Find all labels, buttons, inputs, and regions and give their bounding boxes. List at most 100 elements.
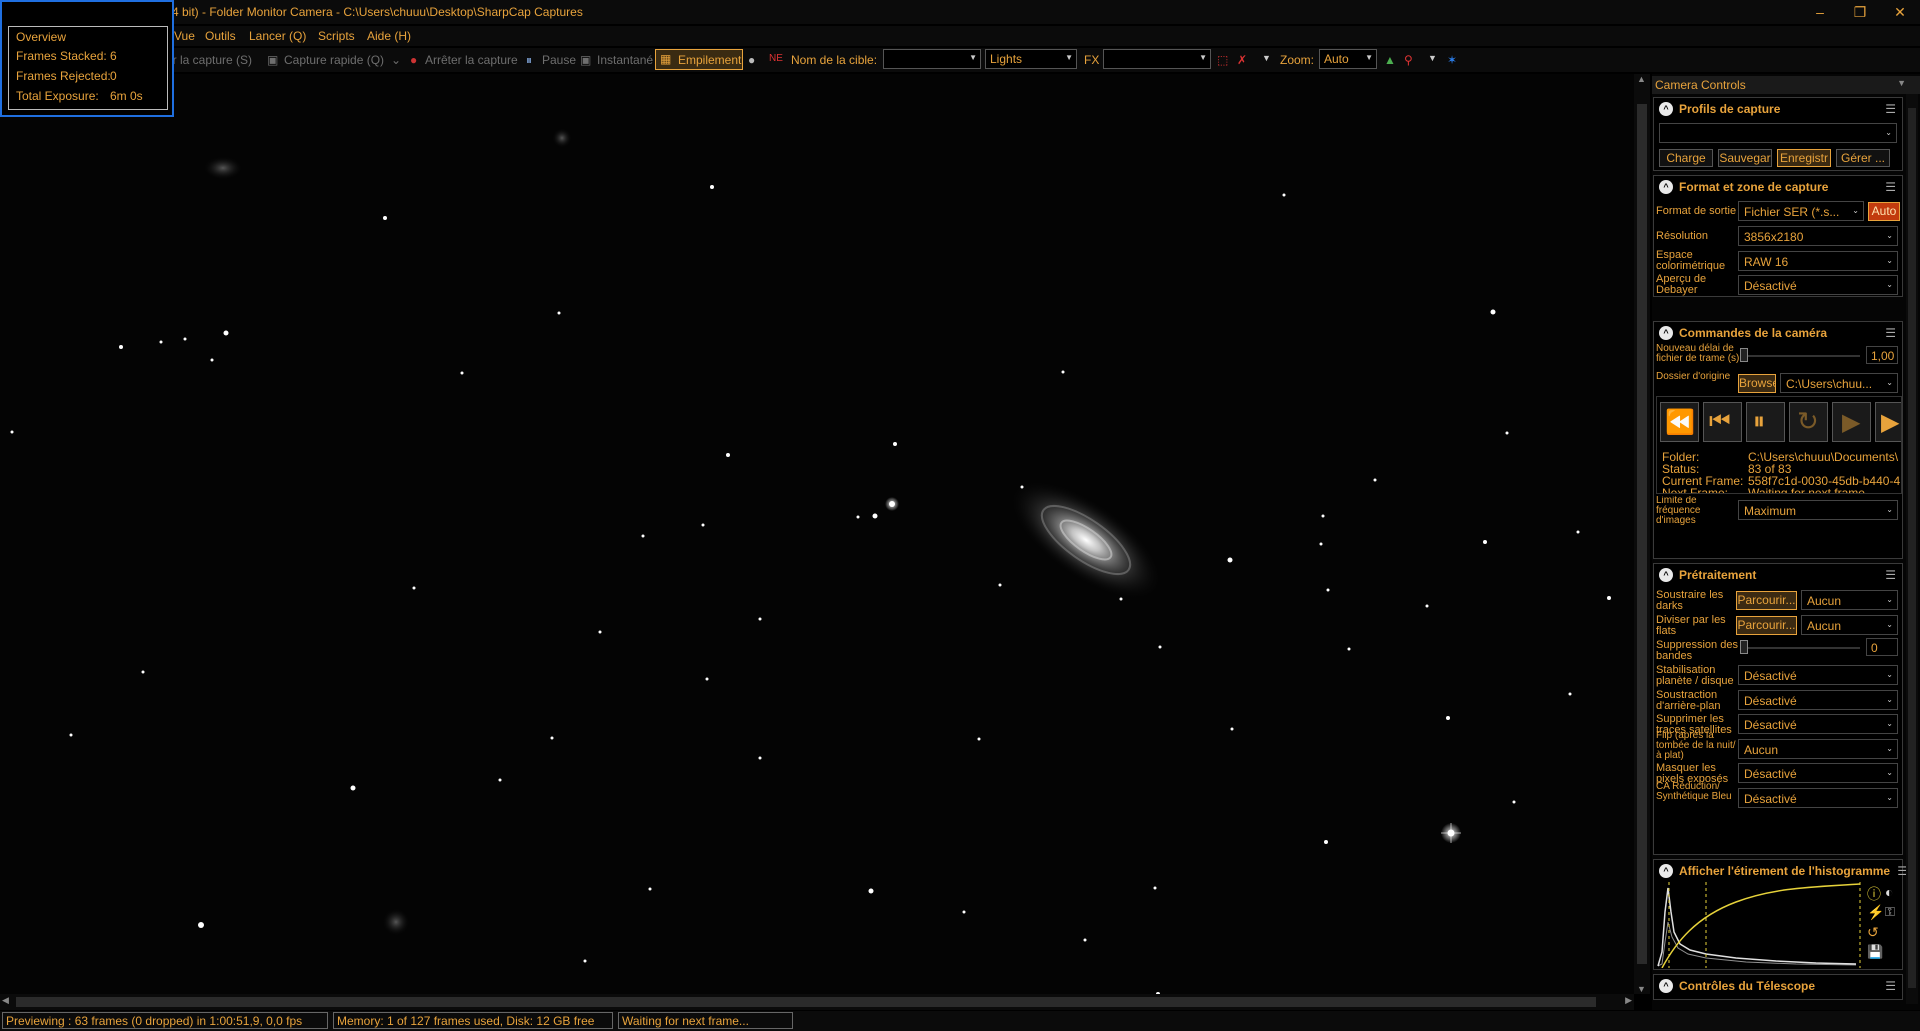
frame-type-select[interactable]: Lights ▼ — [985, 49, 1077, 69]
scroll-left-icon[interactable]: ◀ — [2, 995, 9, 1006]
camera-commands-header[interactable]: ^ Commandes de la caméra ☰ — [1654, 322, 1902, 344]
scroll-down-icon[interactable]: ▼ — [1637, 984, 1646, 994]
close-button[interactable]: ✕ — [1885, 2, 1915, 22]
selection-icon[interactable]: ⬚ — [1217, 53, 1228, 67]
frame-delay-input[interactable]: 1,00 — [1866, 346, 1898, 364]
horizontal-scroll-thumb[interactable] — [16, 997, 1596, 1007]
fx-select[interactable]: ▼ — [1103, 49, 1211, 69]
play-button[interactable]: ▶ — [1832, 402, 1871, 442]
histogram-header[interactable]: ^ Afficher l'étirement de l'histogramme … — [1654, 860, 1908, 882]
format-header[interactable]: ^ Format et zone de capture ☰ — [1654, 176, 1902, 198]
reticle-dropdown-icon[interactable]: ▼ — [1262, 53, 1271, 63]
load-profile-button[interactable]: Charge — [1659, 149, 1713, 167]
collapse-icon[interactable]: ^ — [1659, 568, 1673, 582]
ca-select[interactable]: Désactivé ⌄ — [1738, 788, 1898, 808]
collapse-icon[interactable]: ^ — [1659, 864, 1673, 878]
source-folder-select[interactable]: C:\Users\chuu... ⌄ — [1780, 373, 1898, 393]
scroll-up-icon[interactable]: ▲ — [1637, 74, 1646, 84]
debayer-select[interactable]: Désactivé ⌄ — [1738, 275, 1898, 295]
save-icon[interactable]: 💾 — [1867, 944, 1883, 960]
reset-icon[interactable]: ↺ — [1867, 924, 1879, 941]
zoom-select[interactable]: Auto ▼ — [1319, 49, 1377, 69]
histogram-icon[interactable]: ▲ — [1384, 53, 1396, 67]
colorspace-select[interactable]: RAW 16 ⌄ — [1738, 251, 1898, 271]
panel-scroll-thumb[interactable] — [1908, 108, 1916, 988]
histogram-chart[interactable] — [1656, 882, 1862, 968]
menu-icon[interactable]: ☰ — [1885, 326, 1896, 340]
stacking-button[interactable]: ▦ Empilement — [655, 49, 743, 70]
menu-icon[interactable]: ☰ — [1885, 979, 1896, 993]
profiles-header[interactable]: ^ Profils de capture ☰ — [1654, 98, 1902, 120]
chevron-down-icon[interactable]: ⌄ — [391, 53, 401, 67]
lock-icon[interactable]: ⚿ — [1885, 904, 1895, 920]
rewind-button[interactable]: ⏪ — [1660, 402, 1699, 442]
preprocessing-header[interactable]: ^ Prétraitement ☰ — [1654, 564, 1902, 586]
banding-input[interactable]: 0 — [1866, 638, 1898, 656]
collapse-icon[interactable]: ^ — [1659, 180, 1673, 194]
browse-darks-button[interactable]: Parcourir... — [1736, 591, 1797, 610]
stacking-label: Empilement — [678, 53, 742, 67]
fits-icon[interactable]: NE — [769, 53, 783, 64]
horizontal-scrollbar[interactable]: ◀ ▶ — [0, 994, 1634, 1010]
save-profile-button[interactable]: Sauvegar — [1718, 149, 1772, 167]
minimize-button[interactable]: – — [1805, 2, 1835, 22]
save-as-profile-button[interactable]: Enregistr — [1777, 149, 1831, 167]
contrast-icon[interactable]: ◐ — [1885, 884, 1893, 900]
target-name-input[interactable]: ▼ — [883, 49, 981, 69]
snapshot-button[interactable]: Instantané — [597, 53, 653, 67]
menu-help[interactable]: Aide (H) — [367, 29, 411, 43]
menu-run[interactable]: Lancer (Q) — [249, 29, 306, 43]
frame-delay-slider[interactable] — [1740, 355, 1860, 357]
scroll-right-icon[interactable]: ▶ — [1625, 995, 1632, 1006]
panel-menu-icon[interactable]: ▼ — [1897, 78, 1906, 88]
panel-scrollbar[interactable] — [1906, 94, 1918, 1004]
browse-folder-button[interactable]: Browse — [1738, 374, 1776, 393]
info-icon[interactable]: ⓘ — [1867, 884, 1881, 904]
background-label: Soustraction d'arrière-plan — [1656, 689, 1721, 712]
darks-select[interactable]: Aucun ⌄ — [1801, 590, 1898, 610]
focus-tool-icon[interactable]: ✶ — [1447, 53, 1457, 67]
vertical-scrollbar[interactable]: ▲ ▼ — [1634, 74, 1650, 994]
background-select[interactable]: Désactivé ⌄ — [1738, 690, 1898, 710]
auto-button[interactable]: Auto — [1868, 202, 1900, 221]
menu-icon[interactable]: ☰ — [1885, 568, 1896, 582]
magnifier-icon[interactable]: ⚲ — [1404, 53, 1413, 67]
quick-capture-button[interactable]: Capture rapide (Q) — [284, 53, 384, 67]
vertical-scroll-thumb[interactable] — [1637, 104, 1647, 964]
profile-select[interactable]: ⌄ — [1659, 123, 1897, 143]
focus-icon[interactable]: ● — [748, 53, 755, 67]
lightning-icon[interactable]: ⚡ — [1867, 904, 1884, 921]
hotpixel-select[interactable]: Désactivé ⌄ — [1738, 763, 1898, 783]
step-forward-button[interactable]: ▶ — [1875, 402, 1901, 442]
menu-tools[interactable]: Outils — [205, 29, 236, 43]
satellite-select[interactable]: Désactivé ⌄ — [1738, 714, 1898, 734]
pause-button[interactable]: Pause — [542, 53, 576, 67]
reticle-icon[interactable]: ✗ — [1237, 53, 1247, 67]
step-back-button[interactable]: ⏮ — [1703, 402, 1742, 442]
restore-button[interactable]: ❐ — [1845, 2, 1875, 22]
browse-flats-button[interactable]: Parcourir... — [1736, 616, 1797, 635]
collapse-icon[interactable]: ^ — [1659, 102, 1673, 116]
pause-playback-button[interactable]: ⏸ — [1746, 402, 1785, 442]
resolution-select[interactable]: 3856x2180 ⌄ — [1738, 226, 1898, 246]
refresh-button[interactable]: ↻ — [1789, 402, 1828, 442]
collapse-icon[interactable]: ^ — [1659, 979, 1673, 993]
image-viewer[interactable] — [0, 74, 1634, 994]
fps-limit-select[interactable]: Maximum ⌄ — [1738, 500, 1898, 520]
stabilization-select[interactable]: Désactivé ⌄ — [1738, 665, 1898, 685]
collapse-icon[interactable]: ^ — [1659, 326, 1673, 340]
telescope-header[interactable]: ^ Contrôles du Télescope ☰ — [1654, 975, 1902, 997]
menu-icon[interactable]: ☰ — [1885, 180, 1896, 194]
flip-select[interactable]: Aucun ⌄ — [1738, 739, 1898, 759]
stop-capture-button[interactable]: Arrêter la capture — [425, 53, 518, 67]
menu-view[interactable]: Vue — [174, 29, 195, 43]
menu-icon[interactable]: ☰ — [1885, 102, 1896, 116]
output-format-select[interactable]: Fichier SER (*.s... ⌄ — [1738, 201, 1864, 221]
banding-slider[interactable] — [1740, 647, 1860, 649]
banding-knob[interactable] — [1740, 640, 1748, 654]
menu-scripts[interactable]: Scripts — [318, 29, 355, 43]
magnifier-dropdown-icon[interactable]: ▼ — [1428, 53, 1437, 63]
manage-profiles-button[interactable]: Gérer ... — [1836, 149, 1890, 167]
frame-delay-knob[interactable] — [1740, 348, 1748, 362]
flats-select[interactable]: Aucun ⌄ — [1801, 615, 1898, 635]
